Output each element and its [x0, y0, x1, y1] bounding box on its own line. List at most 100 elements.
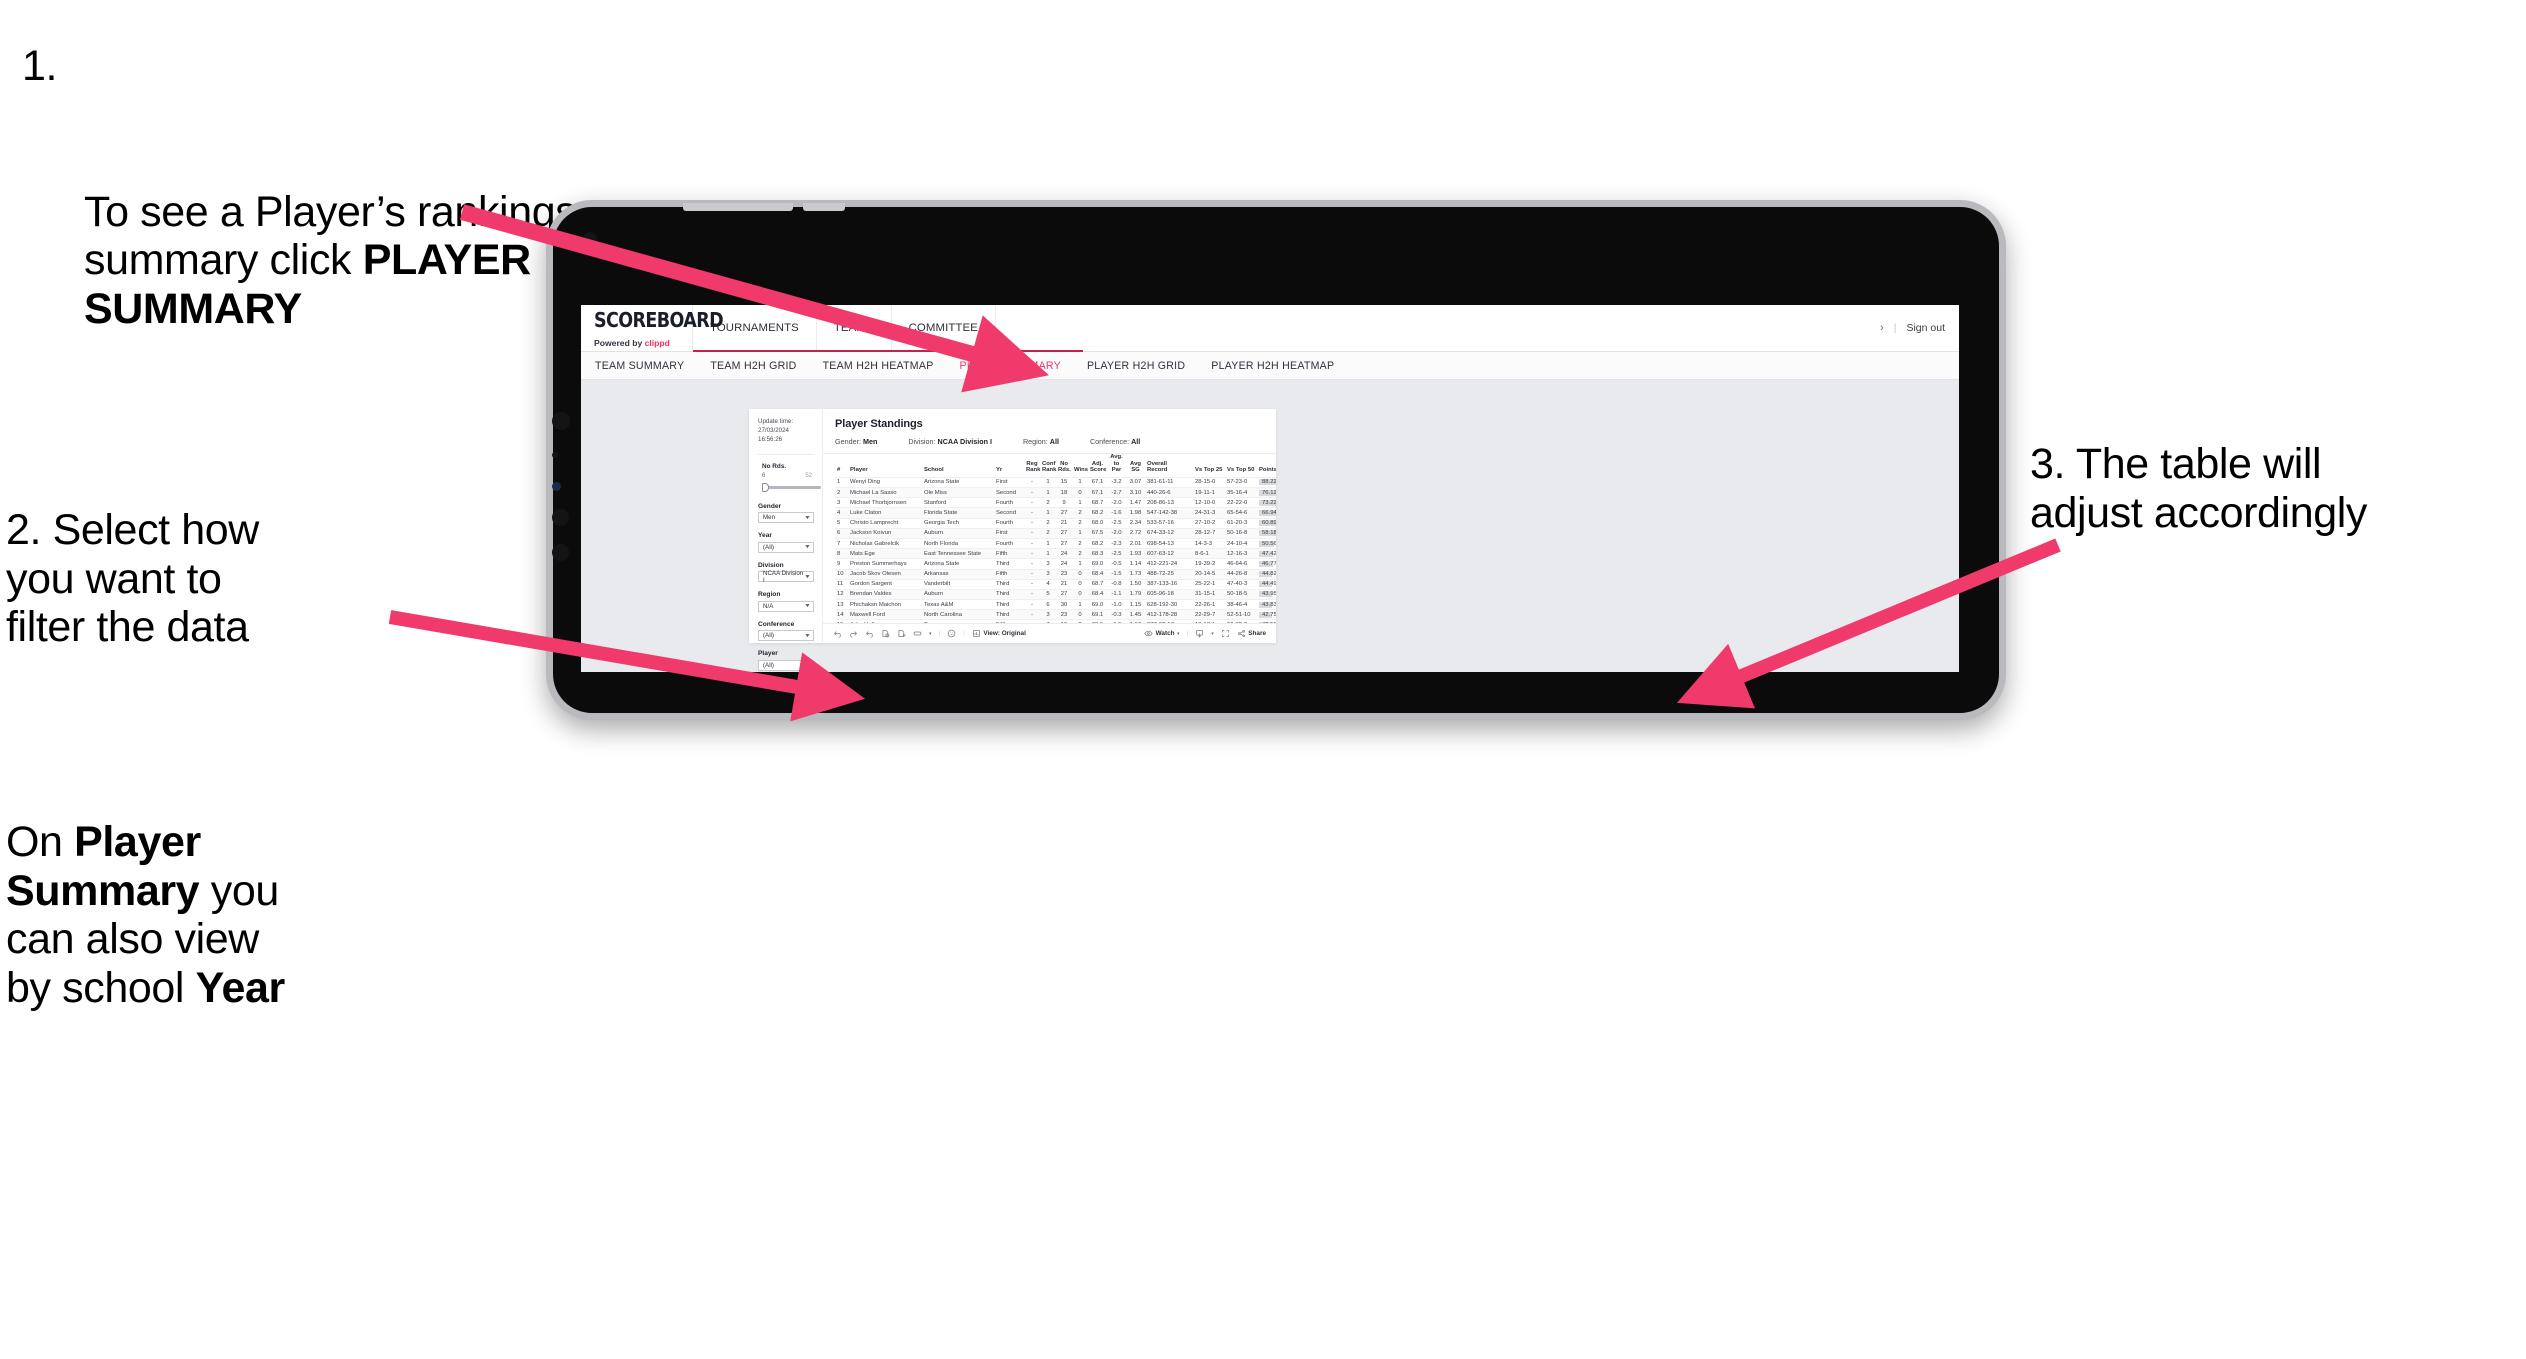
callout-1-number: 1.	[22, 42, 58, 90]
col-header-avg-sg[interactable]: Avg SG	[1126, 454, 1145, 477]
side-button-4[interactable]	[552, 509, 569, 526]
col-header-points[interactable]: Points	[1257, 454, 1276, 477]
download-caret-icon[interactable]: ▾	[1211, 631, 1214, 637]
slider-handle[interactable]	[762, 482, 769, 492]
cell-player: Nicholas Gabrelcik	[848, 537, 922, 549]
table-row[interactable]: 7 Nicholas Gabrelcik North Florida Fourth -1…	[835, 537, 1276, 549]
cell-vs-top-25: 28-12-7	[1193, 527, 1225, 539]
cell-vs-top-25: 25-22-1	[1193, 578, 1225, 590]
table-row[interactable]: 3 Michael Thorbjornsen Stanford Fourth -2 9 1 6…	[835, 497, 1276, 508]
nav-item-committee[interactable]: COMMITTEE	[892, 305, 996, 351]
cell-vs-top-50: 61-20-3	[1225, 517, 1257, 529]
tab-player-summary[interactable]: PLAYER SUMMARY	[960, 360, 1061, 372]
col-header-yr[interactable]: Yr	[994, 454, 1024, 477]
tab-player-h2h-heatmap[interactable]: PLAYER H2H HEATMAP	[1211, 360, 1334, 372]
cell-avg-to-par: -2.3	[1107, 537, 1126, 549]
col-header-avg-to-par[interactable]: Avg. to Par	[1107, 454, 1126, 477]
revert-icon[interactable]	[865, 629, 874, 638]
brand-logo[interactable]: SCOREBOARD Powered by clippd	[581, 305, 724, 351]
cell-points: 42.75	[1257, 609, 1276, 620]
cell-school: Georgia Tech	[922, 517, 994, 529]
pause-auto-update-icon[interactable]	[897, 629, 906, 638]
col-header-adj-score[interactable]: Adj. Score	[1088, 454, 1107, 477]
download-icon[interactable]	[1195, 629, 1204, 638]
sign-out-link[interactable]: Sign out	[1906, 322, 1945, 334]
cell-vs-top-50: 22-22-0	[1225, 497, 1257, 508]
table-row[interactable]: 11 Gordon Sargent Vanderbilt Third -4 21 0 68.7…	[835, 578, 1276, 590]
cell-overall-record: 547-142-38	[1145, 507, 1193, 519]
filter-conference-select[interactable]: (All) ▼	[758, 630, 814, 642]
table-row[interactable]: 5 Christo Lamprecht Georgia Tech Fourth -2 21…	[835, 517, 1276, 529]
refresh-data-icon[interactable]	[881, 629, 890, 638]
col-header-conf-rank[interactable]: Conf Rank	[1040, 454, 1056, 477]
cell-conf-rank: 3	[1040, 558, 1056, 570]
device-layout-icon[interactable]	[913, 629, 922, 638]
standings-table-scroll[interactable]: # Player School Yr Reg Rank Conf Rank No Rds. Wins…	[823, 454, 1276, 623]
table-row[interactable]: 6 Jackson Koivun Auburn First -2 27 1 67.5 -2.0 2…	[835, 527, 1276, 539]
share-icon	[1237, 629, 1246, 638]
redo-icon[interactable]	[849, 629, 858, 638]
cell-adj-score: 68.0	[1088, 517, 1107, 529]
filter-region-select[interactable]: N/A ▼	[758, 600, 814, 612]
device-layout-caret-icon[interactable]: ▾	[929, 631, 932, 637]
col-header-school[interactable]: School	[922, 454, 994, 477]
tab-team-h2h-heatmap[interactable]: TEAM H2H HEATMAP	[823, 360, 934, 372]
col-header-player[interactable]: Player	[848, 454, 922, 477]
table-row[interactable]: 9 Preston Summerhays Arizona State Third -3 2…	[835, 558, 1276, 570]
share-button[interactable]: Share	[1237, 629, 1266, 638]
cell-: 4	[835, 507, 848, 519]
no-rounds-slider[interactable]: No Rds. 6 52	[758, 463, 821, 492]
watch-button[interactable]: Watch ▾	[1144, 629, 1180, 638]
col-header-overall-record[interactable]: Overall Record	[1145, 454, 1193, 477]
tab-player-h2h-grid[interactable]: PLAYER H2H GRID	[1087, 360, 1185, 372]
col-header-[interactable]: #	[835, 454, 848, 477]
cell-avg-to-par: -0.5	[1107, 558, 1126, 570]
table-row[interactable]: 12 Brendan Valdes Auburn Third -5 27 0 68.4 -1.1…	[835, 588, 1276, 600]
table-row[interactable]: 10 Jacob Skov Olesen Arkansas Fifth -3 23 0 68.…	[835, 568, 1276, 580]
cell-school: Auburn	[922, 588, 994, 600]
tab-team-h2h-grid[interactable]: TEAM H2H GRID	[710, 360, 796, 372]
cell-avg-sg: 1.93	[1126, 548, 1145, 559]
table-row[interactable]: 1 Wenyi Ding Arizona State First -1 15 1 67.1 -3…	[835, 476, 1276, 488]
col-header-wins[interactable]: Wins	[1072, 454, 1088, 477]
cell-points: 50.56	[1257, 537, 1276, 549]
filter-division-select[interactable]: NCAA Division I ▼	[758, 570, 814, 584]
cell-no-rds: 21	[1056, 517, 1072, 529]
side-button-3[interactable]	[552, 482, 561, 491]
filter-gender-label: Gender	[758, 502, 782, 510]
col-header-vs-top-50[interactable]: Vs Top 50	[1225, 454, 1257, 477]
cell-wins: 0	[1072, 568, 1088, 580]
fullscreen-icon[interactable]	[1221, 629, 1230, 638]
chevron-right-icon[interactable]: ›	[1880, 322, 1884, 334]
filter-year-select[interactable]: (All) ▼	[758, 541, 814, 553]
table-row[interactable]: 14 Maxwell Ford North Carolina Third -3 23 0 69…	[835, 609, 1276, 620]
tab-team-summary[interactable]: TEAM SUMMARY	[595, 360, 684, 372]
callout-step-2: 2. Select how you want to filter the dat…	[6, 506, 259, 652]
slider-track[interactable]	[762, 482, 821, 492]
cell-no-rds: 23	[1056, 568, 1072, 580]
table-row[interactable]: 8 Mats Ege East Tennessee State Fifth -1 24 2 6…	[835, 548, 1276, 559]
cell-wins: 1	[1072, 558, 1088, 570]
cell-yr: Fourth	[994, 537, 1024, 549]
view-original-button[interactable]: View: Original	[972, 629, 1026, 638]
cell-avg-sg: 3.10	[1126, 487, 1145, 498]
table-row[interactable]: 13 Phichaksn Maichon Texas A&M Third -6 30 1 69…	[835, 599, 1276, 610]
table-row[interactable]: 2 Michael La Sasso Ole Miss Second -1 18 0 67.1…	[835, 487, 1276, 498]
cell-vs-top-25: 24-31-3	[1193, 507, 1225, 519]
nav-item-teams[interactable]: TEAMS	[817, 305, 892, 351]
col-header-no-rds[interactable]: No Rds.	[1056, 454, 1072, 477]
filter-gender-select[interactable]: Men ▼	[758, 512, 814, 524]
help-icon[interactable]	[947, 629, 956, 638]
filter-player-select[interactable]: (All) ▼	[758, 659, 814, 671]
filter-division-label: Division	[758, 561, 784, 569]
table-row[interactable]: 4 Luke Claton Florida State Second -1 27 2 68.2…	[835, 507, 1276, 519]
side-button-1[interactable]	[552, 412, 570, 430]
col-header-reg-rank[interactable]: Reg Rank	[1024, 454, 1040, 477]
side-button-2[interactable]	[552, 452, 558, 458]
col-header-vs-top-25[interactable]: Vs Top 25	[1193, 454, 1225, 477]
side-button-5[interactable]	[552, 544, 569, 561]
undo-icon[interactable]	[833, 629, 842, 638]
standings-header: Player Standings Gender: Men Division: N…	[823, 409, 1276, 454]
cell-reg-rank: -	[1024, 476, 1040, 488]
cell-: 13	[835, 599, 848, 610]
